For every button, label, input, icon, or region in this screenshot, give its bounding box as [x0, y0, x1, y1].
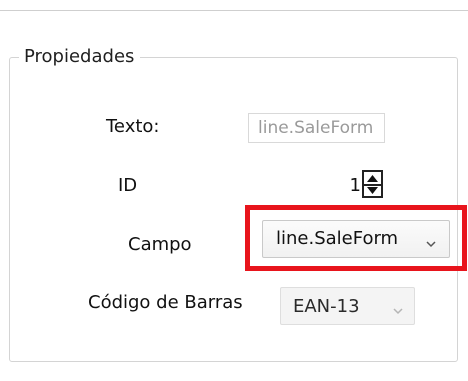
campo-label: Campo: [128, 234, 192, 255]
id-label: ID: [118, 175, 138, 196]
codigo-barras-label: Código de Barras: [88, 292, 243, 313]
texto-label: Texto:: [106, 116, 160, 137]
chevron-down-icon[interactable]: [426, 233, 436, 252]
top-divider: [0, 10, 468, 11]
id-stepper-value[interactable]: 1: [327, 172, 361, 200]
chevron-down-icon[interactable]: [393, 300, 403, 319]
codigo-barras-selected-value: EAN-13: [293, 296, 360, 317]
campo-dropdown[interactable]: line.SaleForm: [262, 220, 450, 258]
codigo-barras-dropdown[interactable]: EAN-13: [280, 287, 415, 325]
caret-down-icon[interactable]: [364, 184, 381, 196]
texto-field[interactable]: line.SaleForm: [248, 113, 385, 143]
group-legend: Propiedades: [19, 45, 141, 69]
id-spin-buttons[interactable]: [362, 170, 383, 198]
campo-selected-value: line.SaleForm: [276, 228, 399, 249]
